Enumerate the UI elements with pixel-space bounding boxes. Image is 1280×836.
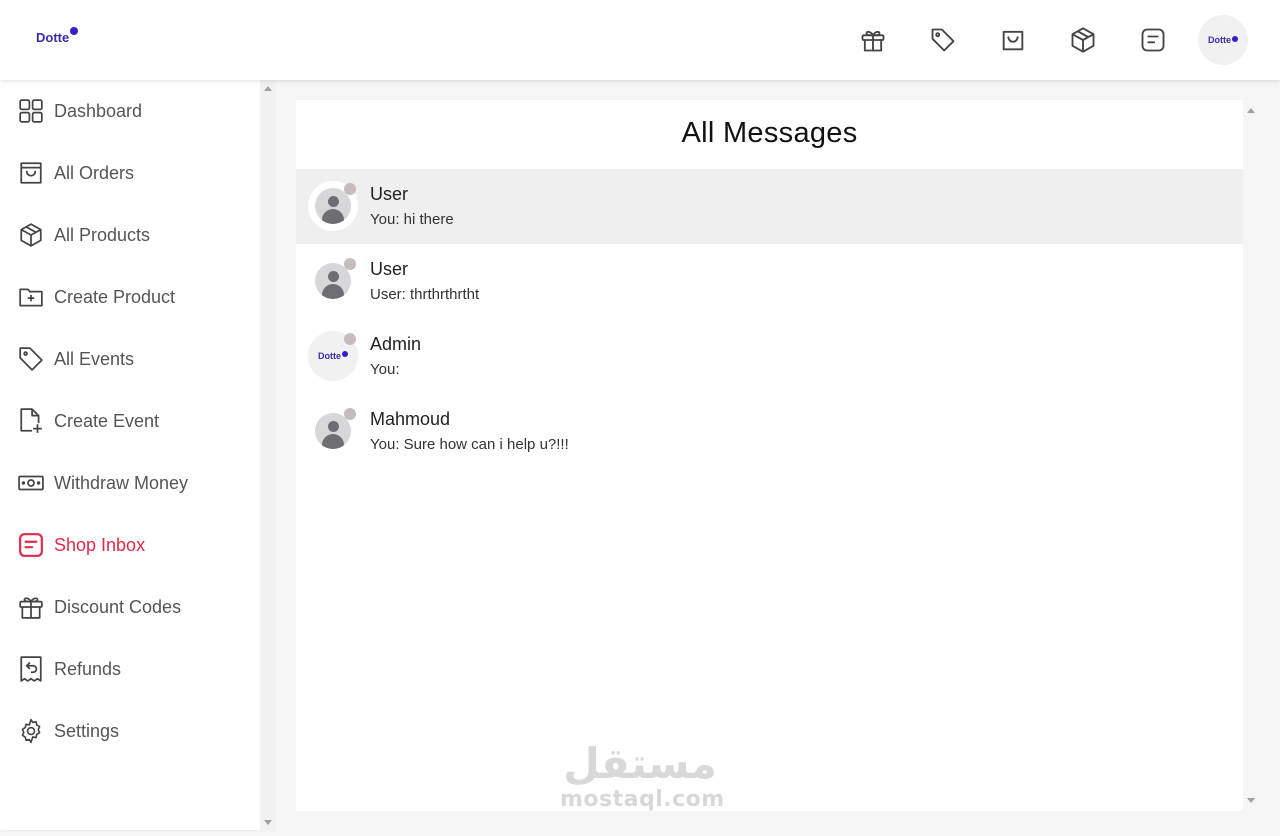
scroll-up-arrow[interactable]: [264, 86, 272, 91]
message-preview: User: thrthrthrtht: [370, 286, 480, 303]
message-row[interactable]: User User: thrthrthrtht: [296, 244, 1243, 319]
status-dot: [344, 183, 356, 195]
avatar-logo-text: Dotte: [318, 351, 341, 361]
money-icon: [18, 475, 44, 491]
sidebar-item-label: Create Event: [54, 410, 160, 431]
sidebar-item-create-event[interactable]: Create Event: [0, 396, 258, 446]
sidebar-item-label: Withdraw Money: [54, 472, 189, 493]
message-icon: [19, 533, 43, 557]
page-title: All Messages: [681, 117, 858, 149]
sidebar-item-all-products[interactable]: All Products: [0, 210, 258, 260]
messages-panel: All Messages User You: hi there User Use…: [296, 100, 1243, 811]
package-icon[interactable]: [1058, 15, 1108, 65]
folder-plus-icon: [19, 288, 43, 307]
message-row[interactable]: Dotte Admin You:: [296, 319, 1243, 394]
tag-icon[interactable]: [918, 15, 968, 65]
shopping-bag-icon: [20, 162, 42, 184]
sidebar-scrollbar[interactable]: [260, 80, 276, 832]
receipt-refund-icon: [20, 656, 42, 682]
message-preview: You: hi there: [370, 211, 454, 228]
sidebar-item-shop-inbox[interactable]: Shop Inbox: [0, 520, 258, 570]
avatar-logo-text: Dotte: [1208, 35, 1231, 45]
brand-logo[interactable]: Dotte: [36, 27, 79, 45]
sidebar-item-label: Settings: [54, 720, 120, 741]
sidebar: Dashboard All Orders All Products Create…: [0, 80, 260, 830]
scroll-up-arrow[interactable]: [1247, 108, 1255, 113]
sidebar-item-label: Create Product: [54, 286, 176, 307]
avatar-logo-dot: [342, 351, 348, 357]
sidebar-item-label: Discount Codes: [54, 596, 182, 617]
sidebar-item-all-orders[interactable]: All Orders: [0, 148, 258, 198]
message-preview: You:: [370, 361, 400, 378]
sidebar-item-all-events[interactable]: All Events: [0, 334, 258, 384]
status-dot: [344, 408, 356, 420]
grid-icon: [19, 99, 43, 123]
message-sender: User: [370, 259, 409, 279]
message-icon[interactable]: [1128, 15, 1178, 65]
message-preview: You: Sure how can i help u?!!!: [370, 436, 569, 453]
sidebar-item-label: Dashboard: [54, 100, 143, 121]
sidebar-item-dashboard[interactable]: Dashboard: [0, 86, 258, 136]
message-row[interactable]: User You: hi there: [296, 169, 1243, 244]
shopping-bag-icon[interactable]: [988, 15, 1038, 65]
sidebar-item-refunds[interactable]: Refunds: [0, 644, 258, 694]
sidebar-item-withdraw-money[interactable]: Withdraw Money: [0, 458, 258, 508]
message-sender: Admin: [370, 334, 422, 354]
file-plus-icon: [20, 408, 42, 433]
sidebar-item-create-product[interactable]: Create Product: [0, 272, 258, 322]
scroll-down-arrow[interactable]: [1247, 798, 1255, 803]
gift-icon[interactable]: [848, 15, 898, 65]
shop-avatar[interactable]: Dotte: [1198, 15, 1248, 65]
message-sender: User: [370, 184, 409, 204]
main-scrollbar[interactable]: [1243, 100, 1259, 811]
gear-icon: [21, 718, 41, 744]
sidebar-item-label: All Events: [54, 348, 135, 369]
status-dot: [344, 258, 356, 270]
logo-dot: [70, 27, 79, 35]
gift-icon: [19, 597, 43, 619]
scroll-down-arrow[interactable]: [264, 820, 272, 825]
message-sender: Mahmoud: [370, 409, 451, 429]
sidebar-item-discount-codes[interactable]: Discount Codes: [0, 582, 258, 632]
avatar-logo-dot: [1232, 35, 1238, 42]
status-dot: [344, 333, 356, 345]
package-icon: [20, 223, 42, 247]
sidebar-item-label: All Orders: [54, 162, 135, 183]
sidebar-item-label: Refunds: [54, 658, 122, 679]
sidebar-item-label: All Products: [54, 224, 151, 245]
sidebar-item-label: Shop Inbox: [54, 534, 146, 555]
tag-icon: [19, 347, 43, 371]
logo-text: Dotte: [36, 30, 70, 45]
top-header: Dotte Dotte: [0, 0, 1280, 80]
header-actions: Dotte: [828, 15, 1248, 65]
message-row[interactable]: Mahmoud You: Sure how can i help u?!!!: [296, 394, 1243, 469]
sidebar-item-settings[interactable]: Settings: [0, 706, 258, 756]
